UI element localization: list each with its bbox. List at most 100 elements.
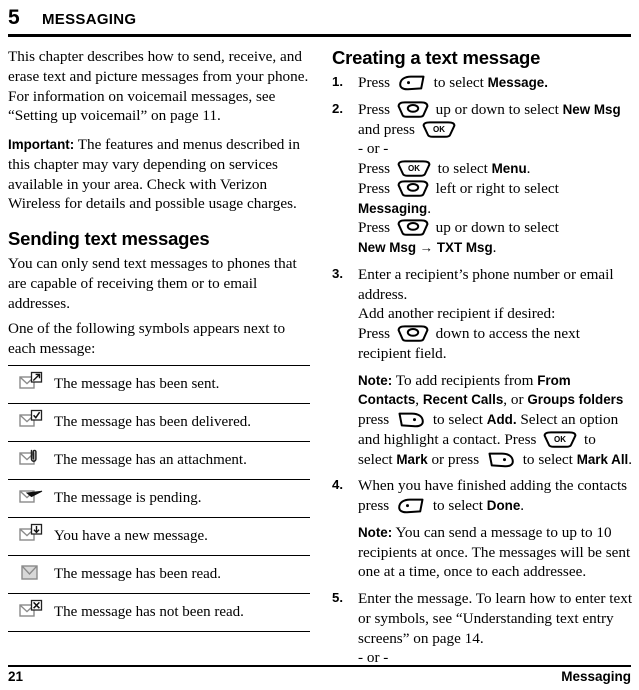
header-divider	[8, 34, 631, 37]
step-number: 1.	[332, 74, 343, 89]
step-line: Press up or down to select New Msg and p…	[358, 100, 634, 140]
step-text: to select	[429, 411, 487, 428]
step-line: - or -	[358, 139, 634, 159]
table-row: The message has been delivered.	[8, 403, 310, 441]
symbol-description: The message has been sent.	[54, 375, 220, 392]
step-line: Enter a recipient’s phone number or emai…	[358, 265, 634, 305]
step-text: to select	[433, 160, 492, 177]
left-soft-key-icon	[394, 74, 430, 91]
step-text: Enter the message. To learn how to enter…	[358, 590, 633, 647]
symbol-legend-body: The message has been sent. The message ha…	[8, 365, 310, 632]
symbol-description: The message has been read.	[54, 565, 222, 582]
page-footer: 21 Messaging	[8, 665, 631, 684]
list-item: 4. When you have finished adding the cont…	[332, 476, 634, 582]
step-number: 5.	[332, 590, 343, 605]
sending-paragraph-2: One of the following symbols appears nex…	[8, 320, 286, 357]
table-row: The message has been read.	[8, 555, 310, 593]
step-text: and press	[358, 120, 419, 138]
step-line: Add another recipient if desired:	[358, 304, 634, 324]
symbol-legend-table: The message has been sent. The message ha…	[8, 365, 310, 632]
symbol-description: The message has been delivered.	[54, 413, 251, 430]
symbol-description: You have a new message.	[54, 527, 208, 544]
step-number: 3.	[332, 265, 343, 281]
step-line: Press left or right to select Messaging.	[358, 179, 634, 219]
footer-page-number: 21	[8, 669, 24, 684]
ui-label: Done	[486, 498, 521, 513]
footer-row: 21 Messaging	[8, 669, 631, 684]
step-number: 4.	[332, 477, 343, 493]
step-text: To add recipients from	[392, 371, 538, 389]
step-text: , or	[503, 391, 528, 409]
step-text: to select	[518, 450, 577, 468]
step-number: 2.	[332, 100, 343, 116]
ui-label: Recent Calls	[422, 392, 504, 408]
step-text: .	[526, 160, 531, 177]
step-text: up or down to select	[431, 100, 563, 118]
symbol-description: The message has an attachment.	[54, 451, 247, 468]
envelope-new-icon	[18, 523, 44, 549]
step-text: .	[520, 497, 525, 514]
creating-text-message-heading: Creating a text message	[332, 47, 541, 68]
step-text: Press	[358, 160, 394, 177]
ok-key-icon: OK	[540, 431, 580, 448]
step-text: Press	[358, 100, 394, 118]
ok-key-icon: OK	[419, 120, 459, 138]
step-line: Press OK to select Menu.	[358, 159, 634, 179]
step-line: Press up or down to select	[358, 218, 634, 238]
navigation-key-icon	[394, 325, 432, 342]
list-item: 2. Press up or down to select New Msg and…	[332, 100, 634, 258]
symbol-description: The message has not been read.	[54, 603, 244, 620]
chapter-number: 5	[8, 6, 20, 29]
envelope-pending-icon	[18, 490, 44, 511]
step-line: Enter the message. To learn how to enter…	[358, 589, 634, 648]
step-text: - or -	[358, 140, 389, 158]
symbol-icon-cell	[8, 365, 54, 403]
important-label: Important:	[8, 137, 75, 152]
chapter-title: MESSAGING	[42, 4, 137, 29]
list-item: 1. Press to select Message.	[332, 73, 634, 93]
ui-label: Message.	[487, 75, 548, 90]
svg-text:OK: OK	[554, 435, 566, 444]
table-row: The message has an attachment.	[8, 441, 310, 479]
navigation-key-icon	[394, 219, 432, 237]
step-text: Press	[358, 179, 394, 197]
table-row: The message is pending.	[8, 479, 310, 517]
symbol-icon-cell	[8, 403, 54, 441]
step-text: Enter a recipient’s phone number or emai…	[358, 265, 614, 303]
step-text: left or right to select	[431, 179, 559, 197]
step-text: - or -	[358, 649, 389, 667]
sending-paragraph-1: You can only send text messages to phone…	[8, 255, 297, 312]
step-text: to select	[429, 497, 487, 514]
envelope-delivered-icon	[18, 409, 44, 435]
envelope-attachment-icon	[18, 449, 44, 473]
symbol-icon-cell	[8, 593, 54, 631]
step-line: When you have finished adding the contac…	[358, 476, 634, 516]
step-line: Press to select Message.	[358, 73, 634, 93]
envelope-unread-icon	[18, 599, 44, 625]
footer-divider	[8, 665, 631, 667]
table-row: The message has not been read.	[8, 593, 310, 632]
important-paragraph: Important: The features and menus descri…	[8, 135, 310, 214]
page-columns: This chapter describes how to send, rece…	[8, 47, 634, 675]
step-text: Press	[358, 325, 394, 342]
step-text: or press	[427, 450, 483, 468]
step-line: New Msg → TXT Msg.	[358, 238, 634, 258]
note-label: Note:	[358, 372, 393, 388]
note-block: Note: To add recipients from From Contac…	[358, 371, 634, 470]
step-text: .	[427, 199, 431, 217]
svg-text:OK: OK	[433, 125, 445, 134]
step-text: .	[628, 450, 633, 468]
table-row: You have a new message.	[8, 517, 310, 555]
left-column: This chapter describes how to send, rece…	[8, 47, 310, 675]
ui-label: Menu	[491, 161, 527, 176]
step-text: press	[358, 411, 394, 428]
note-block: Note: You can send a message to up to 10…	[358, 523, 634, 582]
symbol-icon-cell	[8, 555, 54, 593]
ui-label: Add.	[486, 412, 517, 427]
envelope-sent-icon	[18, 371, 44, 397]
chapter-header: 5 MESSAGING	[8, 0, 631, 30]
symbol-description: The message is pending.	[54, 489, 202, 506]
step-text: Add another recipient if desired:	[358, 305, 556, 323]
step-line: Press down to access the next recipient …	[358, 324, 634, 364]
footer-chapter-label: Messaging	[561, 669, 631, 684]
